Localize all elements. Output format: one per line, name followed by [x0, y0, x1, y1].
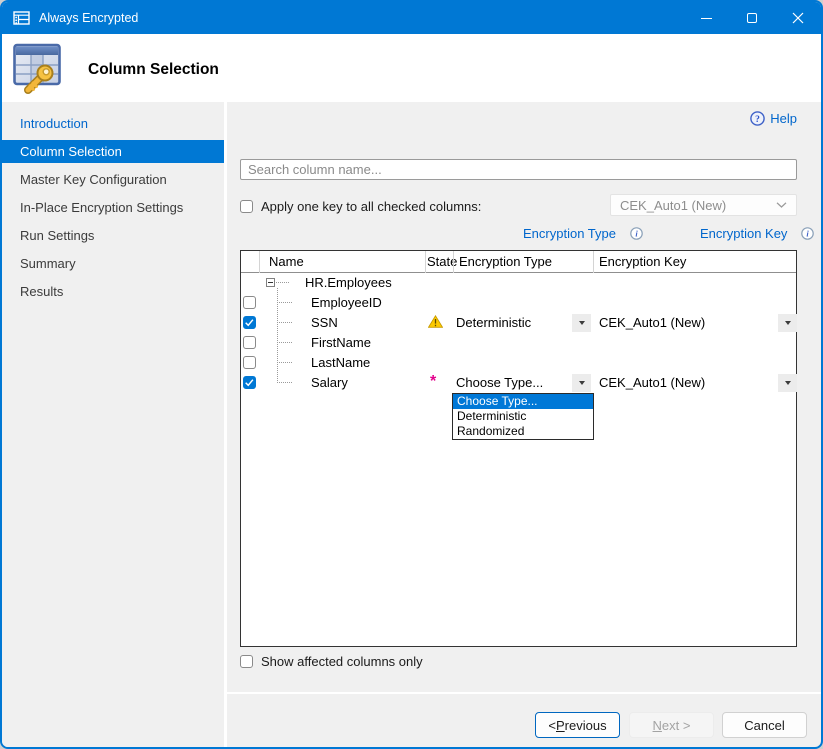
encryption-type-dropdown-button[interactable]: [572, 374, 591, 392]
close-button[interactable]: [775, 2, 821, 34]
header-name: Name: [269, 251, 304, 273]
required-asterisk-icon: *: [430, 372, 436, 392]
columns-table: Name State Encryption Type Encryption Ke…: [240, 250, 797, 647]
titlebar: Always Encrypted: [2, 2, 821, 34]
apply-one-key-checkbox[interactable]: [240, 200, 253, 213]
help-link[interactable]: ? Help: [750, 111, 797, 126]
wizard-body: Introduction Column Selection Master Key…: [2, 102, 821, 747]
table-row-employeeid: EmployeeID: [241, 293, 796, 313]
checkmark-icon: [244, 377, 255, 388]
show-affected-row: Show affected columns only: [240, 654, 423, 669]
encryption-type-link[interactable]: Encryption Type i: [523, 226, 643, 241]
footer-separator: [227, 692, 821, 694]
close-icon: [792, 12, 804, 24]
encryption-type-cell[interactable]: Deterministic: [456, 313, 531, 333]
app-icon: [13, 10, 30, 26]
encryption-key-link[interactable]: Encryption Key i: [700, 226, 814, 241]
window-title: Always Encrypted: [39, 11, 138, 25]
sidebar-item-column-selection[interactable]: Column Selection: [2, 140, 224, 163]
show-affected-label: Show affected columns only: [261, 654, 423, 669]
column-name: SSN: [311, 313, 338, 333]
column-name: LastName: [311, 353, 370, 373]
encryption-key-cell[interactable]: CEK_Auto1 (New): [599, 373, 705, 393]
table-row-firstname: FirstName: [241, 333, 796, 353]
encryption-key-link-label: Encryption Key: [700, 226, 787, 241]
table-key-icon: [11, 39, 67, 96]
encryption-type-dropdown-button[interactable]: [572, 314, 591, 332]
table-row-hr-employees: HR.Employees: [241, 273, 796, 293]
previous-button[interactable]: < Previous: [535, 712, 620, 738]
encryption-type-dropdown-list: Choose Type... Deterministic Randomized: [452, 393, 594, 440]
dropdown-option-randomized[interactable]: Randomized: [453, 424, 593, 439]
apply-one-key-label: Apply one key to all checked columns:: [261, 199, 481, 214]
dropdown-option-deterministic[interactable]: Deterministic: [453, 409, 593, 424]
row-checkbox-employeeid[interactable]: [243, 296, 256, 309]
window-controls: [683, 2, 821, 34]
apply-one-key-row: Apply one key to all checked columns:: [240, 197, 481, 215]
page-title: Column Selection: [88, 61, 219, 79]
header-encryption-key: Encryption Key: [599, 251, 686, 273]
info-icon[interactable]: i: [630, 227, 643, 240]
encryption-key-dropdown-button[interactable]: [778, 314, 797, 332]
column-name: Salary: [311, 373, 348, 393]
sidebar-item-summary[interactable]: Summary: [2, 252, 224, 275]
show-affected-checkbox[interactable]: [240, 655, 253, 668]
column-name: EmployeeID: [311, 293, 382, 313]
checkmark-icon: [244, 317, 255, 328]
warning-icon: [428, 315, 444, 331]
columns-table-header: Name State Encryption Type Encryption Ke…: [241, 251, 796, 273]
table-row-lastname: LastName: [241, 353, 796, 373]
cek-key-select[interactable]: CEK_Auto1 (New): [610, 194, 797, 216]
table-row-salary: Salary * Choose Type... CEK_Auto1 (New): [241, 373, 796, 393]
dropdown-option-choose-type[interactable]: Choose Type...: [453, 394, 593, 409]
table-name: HR.Employees: [305, 273, 392, 293]
chevron-down-icon: [776, 202, 787, 208]
collapse-expander-icon[interactable]: [266, 278, 275, 287]
cancel-button[interactable]: Cancel: [722, 712, 807, 738]
row-checkbox-lastname[interactable]: [243, 356, 256, 369]
always-encrypted-wizard-window: Always Encrypted: [0, 0, 823, 749]
minimize-icon: [701, 18, 712, 19]
info-icon[interactable]: i: [801, 227, 814, 240]
sidebar-item-introduction[interactable]: Introduction: [2, 112, 224, 135]
help-label: Help: [770, 111, 797, 126]
row-checkbox-salary[interactable]: [243, 376, 256, 389]
sidebar-item-results[interactable]: Results: [2, 280, 224, 303]
sidebar-item-master-key-configuration[interactable]: Master Key Configuration: [2, 168, 224, 191]
row-checkbox-firstname[interactable]: [243, 336, 256, 349]
sidebar-item-run-settings[interactable]: Run Settings: [2, 224, 224, 247]
wizard-header: Column Selection: [2, 34, 821, 102]
encryption-type-link-label: Encryption Type: [523, 226, 616, 241]
maximize-icon: [747, 13, 757, 23]
column-selection-panel: ? Help Apply one key to all checked colu…: [227, 102, 821, 747]
wizard-steps-sidebar: Introduction Column Selection Master Key…: [2, 102, 224, 747]
next-button[interactable]: Next >: [629, 712, 714, 738]
row-checkbox-ssn[interactable]: [243, 316, 256, 329]
header-encryption-type: Encryption Type: [459, 251, 552, 273]
help-icon: ?: [750, 111, 765, 126]
search-column-input[interactable]: [240, 159, 797, 180]
encryption-key-cell[interactable]: CEK_Auto1 (New): [599, 313, 705, 333]
cek-key-value: CEK_Auto1 (New): [620, 198, 726, 213]
svg-text:?: ?: [755, 115, 760, 125]
minimize-button[interactable]: [683, 2, 729, 34]
sidebar-item-in-place-encryption-settings[interactable]: In-Place Encryption Settings: [2, 196, 224, 219]
encryption-type-cell[interactable]: Choose Type...: [456, 373, 543, 393]
maximize-button[interactable]: [729, 2, 775, 34]
encryption-key-dropdown-button[interactable]: [778, 374, 797, 392]
table-row-ssn: SSN Deterministic CEK_Auto1 (New): [241, 313, 796, 333]
column-name: FirstName: [311, 333, 371, 353]
